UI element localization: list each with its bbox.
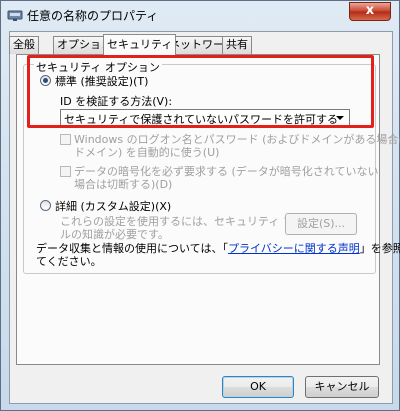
cancel-button[interactable]: キャンセル <box>305 376 379 398</box>
privacy-text-after: 」を参照し <box>359 242 400 255</box>
title-bar[interactable]: 任意の名称のプロパティ x <box>1 1 399 29</box>
tab-sharing[interactable]: 共有 <box>222 36 252 54</box>
advanced-radio[interactable] <box>40 200 51 211</box>
highlight-annotation <box>27 55 374 128</box>
auto-logon-checkbox[interactable] <box>60 134 71 145</box>
network-connection-icon <box>7 10 23 21</box>
ok-button[interactable]: OK <box>222 376 294 398</box>
tab-general[interactable]: 全般 <box>9 36 39 54</box>
require-encryption-label-line2: 場合は切断する)(D) <box>74 178 173 191</box>
privacy-statement-link[interactable]: プライバシーに関する声明 <box>228 242 360 255</box>
tab-security[interactable]: セキュリティ <box>103 34 177 55</box>
settings-button[interactable]: 設定(S)... <box>285 213 357 235</box>
window-title: 任意の名称のプロパティ <box>27 9 159 23</box>
privacy-text-line2: てください。 <box>36 255 102 268</box>
auto-logon-label-line2: ドメイン) を自動的に使う(U) <box>74 146 220 159</box>
require-encryption-checkbox[interactable] <box>60 166 71 177</box>
advanced-radio-label: 詳細 (カスタム設定)(X) <box>55 200 172 213</box>
close-button[interactable]: x <box>349 2 391 21</box>
